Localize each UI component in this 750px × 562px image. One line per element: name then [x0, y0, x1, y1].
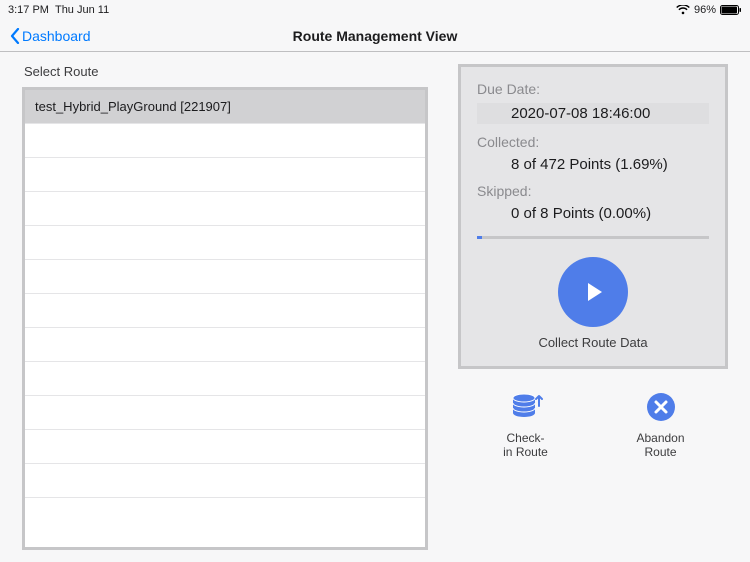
- status-date: Thu Jun 11: [55, 4, 109, 16]
- status-bar: 3:17 PM Thu Jun 11 96%: [0, 0, 750, 20]
- action-row: Check- in Route Abandon Route: [458, 389, 728, 460]
- database-upload-icon: [508, 389, 544, 425]
- abandon-route-button[interactable]: Abandon Route: [616, 389, 706, 460]
- back-label: Dashboard: [22, 28, 91, 44]
- list-row-empty: [25, 260, 425, 294]
- collect-route-data-button[interactable]: [558, 257, 628, 327]
- route-item-label: test_Hybrid_PlayGround [221907]: [35, 99, 231, 114]
- due-date-value: 2020-07-08 18:46:00: [477, 103, 709, 124]
- list-row-empty: [25, 464, 425, 498]
- list-row-empty: [25, 362, 425, 396]
- checkin-label-line2: in Route: [503, 445, 548, 459]
- status-time: 3:17 PM: [8, 4, 49, 16]
- progress-fill: [477, 236, 482, 239]
- page-title: Route Management View: [293, 28, 458, 44]
- progress-bar: [477, 236, 709, 239]
- select-route-label: Select Route: [22, 64, 428, 79]
- abandon-label-line2: Route: [644, 445, 676, 459]
- route-list[interactable]: test_Hybrid_PlayGround [221907]: [22, 87, 428, 550]
- battery-percent: 96%: [694, 4, 716, 16]
- collect-route-data-label: Collect Route Data: [477, 335, 709, 350]
- checkin-label-line1: Check-: [506, 431, 544, 445]
- wifi-icon: [676, 5, 690, 15]
- skipped-label: Skipped:: [477, 183, 709, 199]
- chevron-left-icon: [10, 28, 20, 44]
- due-date-label: Due Date:: [477, 81, 709, 97]
- close-circle-icon: [643, 389, 679, 425]
- list-row-empty: [25, 192, 425, 226]
- route-info-panel: Due Date: 2020-07-08 18:46:00 Collected:…: [458, 64, 728, 369]
- checkin-route-button[interactable]: Check- in Route: [481, 389, 571, 460]
- battery-icon: [720, 5, 742, 15]
- back-button[interactable]: Dashboard: [10, 28, 91, 44]
- list-row-empty: [25, 396, 425, 430]
- list-row-empty: [25, 430, 425, 464]
- route-item[interactable]: test_Hybrid_PlayGround [221907]: [25, 90, 425, 124]
- play-icon: [579, 278, 607, 306]
- abandon-label-line1: Abandon: [636, 431, 684, 445]
- list-row-empty: [25, 124, 425, 158]
- list-row-empty: [25, 158, 425, 192]
- collected-label: Collected:: [477, 134, 709, 150]
- skipped-value: 0 of 8 Points (0.00%): [477, 205, 709, 222]
- list-row-empty: [25, 294, 425, 328]
- nav-bar: Dashboard Route Management View: [0, 20, 750, 52]
- collected-value: 8 of 472 Points (1.69%): [477, 156, 709, 173]
- list-row-empty: [25, 328, 425, 362]
- list-row-empty: [25, 226, 425, 260]
